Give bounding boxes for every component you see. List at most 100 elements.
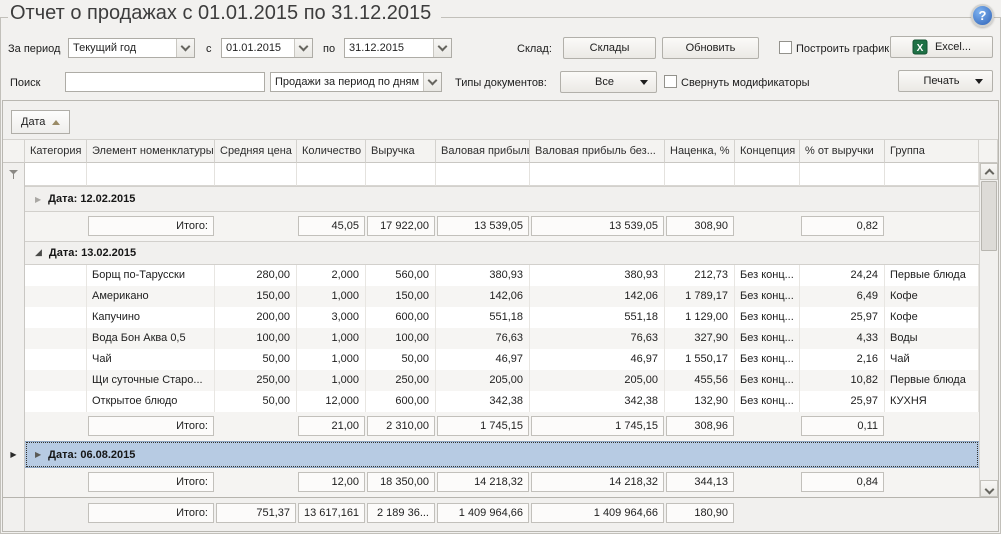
cell-avg-price: 200,00 [215,307,297,328]
group-row-12-02-2015[interactable]: ▶ Дата: 12.02.2015 [3,186,979,212]
cell-quantity: 1,000 [297,370,366,391]
col-group[interactable]: Группа [885,139,979,163]
current-row-arrow-icon: ▶ [10,450,16,459]
collapse-modifiers-checkbox[interactable] [664,75,677,88]
chevron-down-icon [433,39,451,57]
cell-markup: 1 129,00 [665,307,735,328]
filter-cell-markup[interactable] [665,163,735,186]
chevron-down-icon [423,73,441,91]
header-filler [979,139,998,163]
filter-cell-category[interactable] [25,163,87,186]
col-category[interactable]: Категория [25,139,87,163]
cell-item: Вода Бон Аква 0,5 [87,328,215,349]
cell-revenue-pct: 10,82 [800,370,885,391]
filter-cell-gross-profit-wo[interactable] [530,163,665,186]
col-markup[interactable]: Наценка, % [665,139,735,163]
chevron-up-icon [984,168,994,178]
print-button[interactable]: Печать [898,70,993,92]
cell-quantity: 1,000 [297,286,366,307]
filter-cell-quantity[interactable] [297,163,366,186]
col-item[interactable]: Элемент номенклатуры [87,139,215,163]
cell-concept: Без конц... [735,265,800,286]
total-label: Итого: [88,472,214,492]
expand-icon[interactable]: ▶ [35,195,41,204]
report-grid: Дата Категория Элемент номенклатуры Сред… [2,100,999,532]
filter-cell-revenue-pct[interactable] [800,163,885,186]
col-quantity[interactable]: Количество [297,139,366,163]
cell-item: Капучино [87,307,215,328]
group-total-row-06-08: Итого: 12,00 18 350,00 14 218,32 14 218,… [3,468,979,497]
cell-markup: 327,90 [665,328,735,349]
scroll-up-button[interactable] [980,163,998,180]
total-markup: 308,96 [666,416,734,436]
filter-row [3,163,979,186]
cell-group: Кофе [885,307,979,328]
scrollbar-thumb[interactable] [981,181,997,251]
stores-button[interactable]: Склады [563,37,656,59]
table-row[interactable]: Борщ по-Тарусски 280,00 2,000 560,00 380… [3,265,979,286]
col-concept[interactable]: Концепция [735,139,800,163]
cell-gross-profit: 551,18 [436,307,530,328]
help-icon[interactable]: ? [971,4,994,27]
doc-types-select[interactable]: Все [560,71,657,93]
search-input[interactable] [65,72,265,92]
filter-cell-gross-profit[interactable] [436,163,530,186]
cell-gross-profit: 46,97 [436,349,530,370]
col-revenue[interactable]: Выручка [366,139,436,163]
group-by-date-chip[interactable]: Дата [11,110,70,134]
refresh-button[interactable]: Обновить [662,37,759,59]
cell-concept: Без конц... [735,349,800,370]
date-from-value: 01.01.2015 [222,39,294,57]
total-revenue: 17 922,00 [367,216,435,236]
vertical-scrollbar[interactable] [979,163,998,497]
excel-icon: X [912,39,928,55]
page-title: Отчет о продажах с 01.01.2015 по 31.12.2… [8,2,441,25]
scroll-down-button[interactable] [980,480,998,497]
period-select[interactable]: Текущий год [68,38,195,58]
table-row[interactable]: Чай 50,00 1,000 50,00 46,97 46,97 1 550,… [3,349,979,370]
table-row[interactable]: Американо 150,00 1,000 150,00 142,06 142… [3,286,979,307]
cell-gross-profit: 205,00 [436,370,530,391]
group-row-06-08-2015[interactable]: ▶ ▶ Дата: 06.08.2015 [3,441,979,468]
group-row-13-02-2015[interactable]: ◢ Дата: 13.02.2015 [3,241,979,265]
sort-asc-icon [52,120,60,125]
col-gross-profit-wo[interactable]: Валовая прибыль без... [530,139,665,163]
total-gross-profit-wo: 13 539,05 [531,216,664,236]
col-revenue-pct[interactable]: % от выручки [800,139,885,163]
sales-report-window: Отчет о продажах с 01.01.2015 по 31.12.2… [0,0,1001,534]
filter-row-indicator [3,163,25,186]
store-label: Склад: [517,43,552,55]
cell-revenue-pct: 4,33 [800,328,885,349]
date-to-value: 31.12.2015 [345,39,433,57]
filter-cell-item[interactable] [87,163,215,186]
search-label: Поиск [10,77,40,89]
build-chart-checkbox[interactable] [779,41,792,54]
filter-cell-group[interactable] [885,163,979,186]
grand-total-gross-profit: 1 409 964,66 [437,503,529,523]
date-from-picker[interactable]: 01.01.2015 [221,38,313,58]
table-row[interactable]: Капучино 200,00 3,000 600,00 551,18 551,… [3,307,979,328]
row-indicator-header [3,139,25,163]
filter-cell-revenue[interactable] [366,163,436,186]
collapse-icon[interactable]: ◢ [35,248,42,258]
table-row[interactable]: Открытое блюдо 50,00 12,000 600,00 342,3… [3,391,979,412]
report-view-select[interactable]: Продажи за период по дням [270,72,442,92]
excel-button[interactable]: X Excel... [890,36,993,58]
table-row[interactable]: Вода Бон Аква 0,5 100,00 1,000 100,00 76… [3,328,979,349]
collapse-modifiers-label: Свернуть модификаторы [681,77,809,89]
col-gross-profit[interactable]: Валовая прибыль [436,139,530,163]
col-avg-price[interactable]: Средняя цена [215,139,297,163]
filter-cell-concept[interactable] [735,163,800,186]
cell-quantity: 2,000 [297,265,366,286]
date-to-picker[interactable]: 31.12.2015 [344,38,452,58]
cell-gross-profit-wo: 46,97 [530,349,665,370]
filter-cell-avg-price[interactable] [215,163,297,186]
cell-markup: 1 789,17 [665,286,735,307]
expand-icon[interactable]: ▶ [35,450,41,459]
total-gross-profit: 14 218,32 [437,472,529,492]
print-button-label: Печать [908,75,975,87]
cell-gross-profit: 342,38 [436,391,530,412]
total-quantity: 45,05 [298,216,365,236]
table-row[interactable]: Щи суточные Старо... 250,00 1,000 250,00… [3,370,979,391]
total-revenue-pct: 0,84 [801,472,884,492]
